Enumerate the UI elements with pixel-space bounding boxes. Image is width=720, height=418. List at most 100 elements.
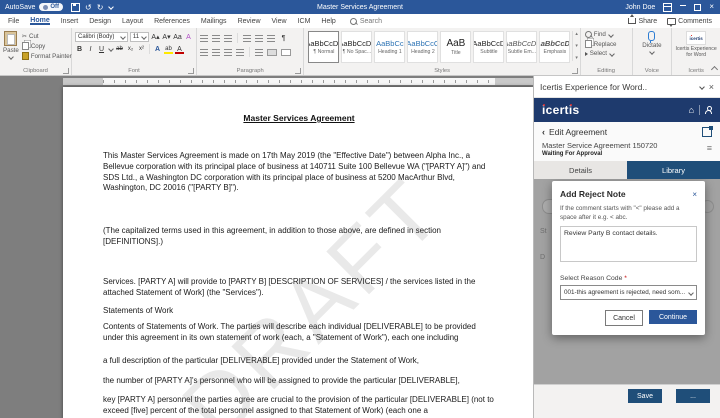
line-spacing-icon[interactable] [255,49,263,56]
styles-dialog-launcher[interactable] [572,68,578,74]
user-name[interactable]: John Doe [625,4,655,11]
bold-button[interactable]: B [75,44,84,54]
icertis-addin-button[interactable]: icertis Icertis Experience for Word [672,28,720,58]
paste-button[interactable]: Paste [3,31,19,59]
select-button[interactable]: Select [585,50,632,57]
font-color-button[interactable]: A [175,44,184,54]
replace-button[interactable]: Replace [585,40,632,48]
tab-insert[interactable]: Insert [61,18,79,25]
align-center-icon[interactable] [212,49,220,56]
more-actions-button[interactable]: ... [676,389,710,403]
highlight-button[interactable]: ab [164,44,173,54]
style-card-heading-2[interactable]: AaBbCcC Heading 2 [407,31,438,63]
show-formatting-marks-icon[interactable]: ¶ [279,33,288,43]
styles-gallery-scroll[interactable]: ▴ ▾ ▾ [572,31,578,61]
underline-button[interactable]: U [97,44,106,54]
paste-dropdown-icon[interactable] [9,54,15,60]
minimize-icon[interactable] [680,5,686,7]
comments-button[interactable]: Comments [667,18,712,25]
tab-file[interactable]: File [8,18,19,25]
tab-icm[interactable]: ICM [298,18,311,25]
style-card-emphasis[interactable]: AaBbCcDd Emphasis [539,31,570,63]
save-icon[interactable] [71,3,80,12]
reject-note-input[interactable]: Review Party B contact details. [560,226,697,262]
numbering-icon[interactable] [212,35,220,42]
decrease-indent-icon[interactable] [243,35,251,42]
reason-code-select[interactable]: 001-this agreement is rejected, need som… [560,285,697,300]
tab-details[interactable]: Details [534,161,627,179]
user-profile-icon[interactable] [705,106,712,114]
font-dialog-launcher[interactable] [188,68,194,74]
maximize-icon[interactable] [694,4,701,11]
tab-references[interactable]: References [154,18,190,25]
home-icon[interactable]: ⌂ [689,105,694,115]
tab-mailings[interactable]: Mailings [201,18,227,25]
font-name-select[interactable]: Calibri (Body) [75,32,128,42]
justify-icon[interactable] [236,49,244,56]
bullets-icon[interactable] [200,35,208,42]
tab-view[interactable]: View [272,18,287,25]
font-size-select[interactable]: 11 [130,32,149,42]
grow-font-button[interactable]: A▴ [151,32,160,42]
style-card-heading-1[interactable]: AaBbCc Heading 1 [374,31,405,63]
style-card-subtle-emphasis[interactable]: AaBbCcDd Subtle Em... [506,31,537,63]
sort-icon[interactable] [267,35,275,42]
align-right-icon[interactable] [224,49,232,56]
tab-library[interactable]: Library [627,161,720,179]
copy-button[interactable]: Copy [22,42,72,50]
format-painter-button[interactable]: Format Painter [22,52,72,60]
task-pane-close-icon[interactable]: × [709,82,714,92]
horizontal-ruler[interactable] [63,78,533,85]
ribbon-display-options-icon[interactable] [663,3,672,12]
tab-design[interactable]: Design [89,18,111,25]
multilevel-list-icon[interactable] [224,35,232,42]
autosave-toggle-knob [43,5,48,10]
clipboard-dialog-launcher[interactable] [63,68,69,74]
back-icon[interactable]: ‹ [542,128,545,136]
styles-scroll-down-icon[interactable]: ▾ [575,43,578,49]
cancel-button[interactable]: Cancel [605,310,643,326]
paragraph-dialog-launcher[interactable] [295,68,301,74]
borders-icon[interactable] [281,49,291,56]
continue-button[interactable]: Continue [649,310,697,324]
increase-indent-icon[interactable] [255,35,263,42]
dictate-button[interactable]: Dictate [633,28,672,54]
agreement-menu-icon[interactable]: ≡ [707,143,712,153]
tab-help[interactable]: Help [321,18,335,25]
customize-qat-icon[interactable] [109,4,115,10]
tab-home[interactable]: Home [30,17,49,25]
superscript-button[interactable]: x² [137,44,146,54]
tab-layout[interactable]: Layout [122,18,143,25]
align-left-icon[interactable] [200,49,208,56]
italic-button[interactable]: I [86,44,95,54]
change-case-button[interactable]: Aa [173,32,182,42]
search-box[interactable]: Search [350,18,382,25]
style-card-subtitle[interactable]: AaBbCcD Subtitle [473,31,504,63]
shrink-font-button[interactable]: A▾ [162,32,171,42]
task-pane-menu-icon[interactable] [699,84,705,90]
autosave-toggle[interactable]: Off [39,3,63,11]
style-card-no-spacing[interactable]: AaBbCcDd ¶ No Spac... [341,31,372,63]
editing-group: Find Replace Select Editing [581,28,633,75]
subscript-button[interactable]: x₂ [126,44,135,54]
close-window-icon[interactable]: × [709,3,714,11]
strikethrough-button[interactable]: ab [115,44,124,54]
tab-review[interactable]: Review [238,18,261,25]
text-effects-button[interactable]: A [153,44,162,54]
styles-more-icon[interactable]: ▾ [575,55,578,61]
redo-icon[interactable]: ↻ [97,3,104,12]
dialog-close-icon[interactable]: × [692,190,697,199]
style-card-normal[interactable]: AaBbCcDd ¶ Normal [308,31,339,63]
undo-icon[interactable]: ↺ [85,3,92,12]
clear-formatting-button[interactable]: A [184,32,193,42]
styles-scroll-up-icon[interactable]: ▴ [575,31,578,37]
document-page[interactable]: DRAFT Master Services Agreement This Mas… [63,87,533,418]
popout-icon[interactable] [702,127,712,137]
share-button[interactable]: Share [628,18,657,25]
cut-button[interactable]: ✂ Cut [22,33,72,40]
shading-icon[interactable] [267,49,277,56]
underline-dropdown-icon[interactable] [108,46,114,52]
style-card-title[interactable]: AaB Title [440,31,471,63]
find-button[interactable]: Find [585,31,632,38]
save-button[interactable]: Save [628,389,662,403]
